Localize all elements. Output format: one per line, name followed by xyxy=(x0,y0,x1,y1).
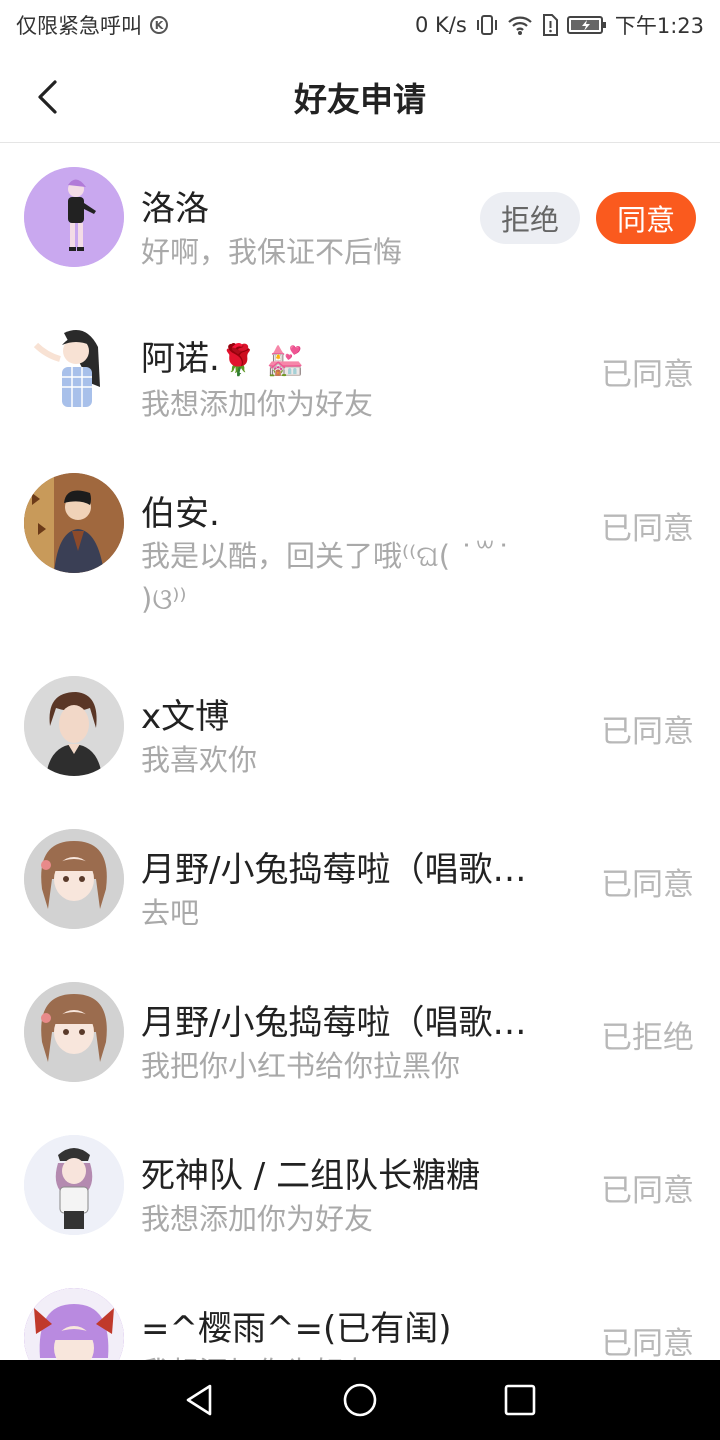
avatar[interactable] xyxy=(24,829,124,929)
avatar[interactable] xyxy=(24,1288,124,1360)
friend-name: 洛洛 xyxy=(141,189,209,229)
status-right: 0 K/s 下午1:23 xyxy=(415,10,704,40)
page-title: 好友申请 xyxy=(294,79,426,119)
triangle-back-icon xyxy=(186,1384,212,1416)
request-message: 我想添加你为好友 xyxy=(141,387,374,421)
circle-home-icon xyxy=(343,1383,377,1417)
request-message: 我是以酷，回关了哦⁽⁽ଘ( ˙꒳˙ )ଓ⁾⁾ xyxy=(141,539,511,616)
friend-name: =^樱雨^=(已有闺) xyxy=(141,1309,452,1349)
clock: 下午1:23 xyxy=(614,14,704,38)
status-label: 已同意 xyxy=(601,1326,694,1360)
friend-request-list: 洛洛 好啊，我保证不后悔 拒绝 同意 阿诺.🌹 💒 我想添加你为好友 已同意 伯… xyxy=(0,143,720,1360)
recents-nav-button[interactable] xyxy=(500,1380,540,1420)
agree-button[interactable]: 同意 xyxy=(596,192,696,244)
avatar[interactable] xyxy=(24,982,124,1082)
wifi-icon xyxy=(507,14,533,36)
request-message: 我想添加你为好友 xyxy=(141,1202,374,1236)
friend-request-row[interactable]: 伯安. 我是以酷，回关了哦⁽⁽ଘ( ˙꒳˙ )ଓ⁾⁾ 已同意 xyxy=(0,448,720,651)
status-bar: 仅限紧急呼叫 K 0 K/s 下午1:23 xyxy=(0,0,720,50)
friend-request-row[interactable]: 月野/小兔捣莓啦（唱歌… 我把你小红书给你拉黑你 已拒绝 xyxy=(0,957,720,1110)
friend-request-row[interactable]: 阿诺.🌹 💒 我想添加你为好友 已同意 xyxy=(0,295,720,448)
avatar[interactable] xyxy=(24,473,124,573)
request-message: 去吧 xyxy=(141,896,200,930)
navigation-bar xyxy=(0,1360,720,1440)
friend-name: 死神队 / 二组队长糖糖 xyxy=(141,1156,481,1196)
friend-request-row[interactable]: =^樱雨^=(已有闺) 我想添加你为好友 已同意 xyxy=(0,1263,720,1360)
back-button[interactable] xyxy=(24,73,72,121)
friend-request-row[interactable]: 洛洛 好啊，我保证不后悔 拒绝 同意 xyxy=(0,143,720,295)
avatar[interactable] xyxy=(24,319,124,419)
request-message: 好啊，我保证不后悔 xyxy=(141,235,403,269)
status-left: 仅限紧急呼叫 K xyxy=(16,10,168,40)
network-speed: 0 K/s xyxy=(415,13,467,37)
friend-request-row[interactable]: x文博 我喜欢你 已同意 xyxy=(0,651,720,804)
status-label: 已同意 xyxy=(601,511,694,547)
carrier-badge-icon: K xyxy=(150,16,168,34)
sim-alert-icon xyxy=(541,14,559,36)
friend-name-text: 阿诺. xyxy=(141,339,220,379)
carrier-text: 仅限紧急呼叫 xyxy=(16,14,142,38)
status-label: 已拒绝 xyxy=(601,1020,694,1056)
header: 好友申请 xyxy=(0,50,720,143)
reject-button[interactable]: 拒绝 xyxy=(480,192,580,244)
avatar[interactable] xyxy=(24,676,124,776)
friend-name: 月野/小兔捣莓啦（唱歌… xyxy=(141,850,527,890)
vibrate-icon xyxy=(475,14,499,36)
request-message: 我把你小红书给你拉黑你 xyxy=(141,1049,461,1083)
friend-name: 月野/小兔捣莓啦（唱歌… xyxy=(141,1003,527,1043)
name-emoji: 🌹 💒 xyxy=(219,343,305,378)
friend-request-row[interactable]: 月野/小兔捣莓啦（唱歌… 去吧 已同意 xyxy=(0,804,720,957)
friend-name: x文博 xyxy=(141,697,230,737)
avatar[interactable] xyxy=(24,167,124,267)
request-message: 我喜欢你 xyxy=(141,743,258,777)
battery-charging-icon xyxy=(566,15,607,35)
home-nav-button[interactable] xyxy=(340,1380,380,1420)
status-label: 已同意 xyxy=(601,714,694,750)
friend-name: 阿诺.🌹 💒 xyxy=(141,331,461,380)
request-message: 我想添加你为好友 xyxy=(141,1351,561,1360)
status-label: 已同意 xyxy=(601,1173,694,1209)
friend-request-row[interactable]: 死神队 / 二组队长糖糖 我想添加你为好友 已同意 xyxy=(0,1110,720,1263)
status-label: 已同意 xyxy=(601,357,694,393)
avatar[interactable] xyxy=(24,1135,124,1235)
chevron-left-icon xyxy=(38,80,57,114)
status-label: 已同意 xyxy=(601,867,694,903)
square-recents-icon xyxy=(504,1384,536,1416)
back-nav-button[interactable] xyxy=(180,1380,220,1420)
friend-name: 伯安. xyxy=(141,494,220,534)
